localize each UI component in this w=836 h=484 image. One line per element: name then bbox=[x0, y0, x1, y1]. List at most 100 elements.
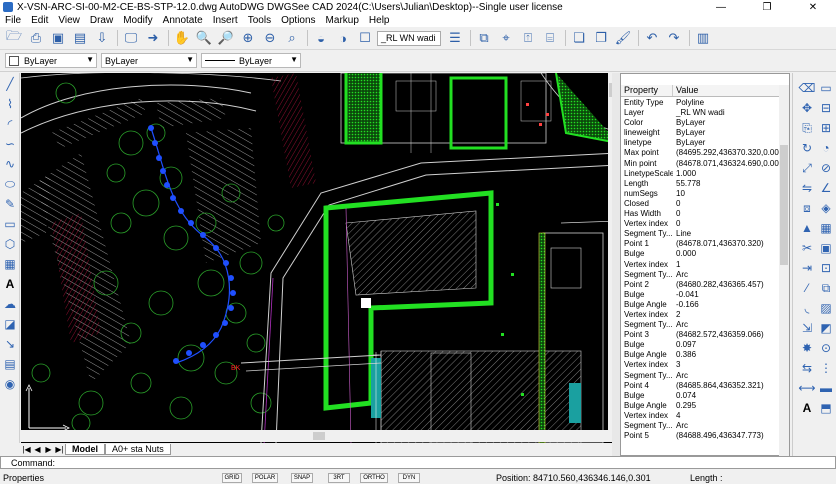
text-icon[interactable]: A bbox=[3, 277, 17, 291]
property-value[interactable]: (84688.496,436347.773) bbox=[673, 431, 781, 441]
property-value[interactable]: 0 bbox=[673, 199, 781, 209]
table-icon[interactable]: ▤ bbox=[3, 357, 17, 371]
menu-tools[interactable]: Tools bbox=[243, 15, 276, 26]
pan-hand-icon[interactable]: ✋ bbox=[172, 29, 192, 47]
arc-icon[interactable]: ◜ bbox=[3, 117, 17, 131]
property-row[interactable]: linetype ByLayer bbox=[621, 138, 781, 148]
eraser-icon[interactable]: ⌫ bbox=[799, 81, 816, 95]
polyline-icon[interactable]: ⌇ bbox=[3, 97, 17, 111]
fillet-icon[interactable]: ◟ bbox=[800, 301, 814, 315]
property-value[interactable]: 4 bbox=[673, 411, 781, 421]
property-row[interactable]: Segment Ty... Arc bbox=[621, 270, 781, 280]
tab-model[interactable]: Model bbox=[65, 443, 105, 455]
undo-icon[interactable]: ↶ bbox=[642, 29, 662, 47]
column-property[interactable]: Property bbox=[621, 85, 673, 96]
property-value[interactable]: 0.074 bbox=[673, 391, 781, 401]
property-row[interactable]: lineweight ByLayer bbox=[621, 128, 781, 138]
property-value[interactable]: (84678.071,436370.320) bbox=[673, 239, 781, 249]
ellipse-icon[interactable]: ⬭ bbox=[3, 177, 17, 191]
property-value[interactable]: 0.097 bbox=[673, 340, 781, 350]
property-row[interactable]: Bulge 0.074 bbox=[621, 391, 781, 401]
property-row[interactable]: Point 1 (84678.071,436370.320) bbox=[621, 239, 781, 249]
property-value[interactable]: 1 bbox=[673, 260, 781, 270]
property-value[interactable]: 0.295 bbox=[673, 401, 781, 411]
divide-icon[interactable]: ⋮ bbox=[819, 361, 833, 375]
zoom-extents-icon[interactable]: ⌕ bbox=[282, 29, 302, 47]
stretch-icon[interactable]: ⇲ bbox=[800, 321, 814, 335]
cloud-icon[interactable]: ☁ bbox=[3, 297, 17, 311]
property-value[interactable]: ByLayer bbox=[673, 118, 781, 128]
property-value[interactable]: ByLayer bbox=[673, 138, 781, 148]
property-row[interactable]: Has Width 0 bbox=[621, 209, 781, 219]
rectangle-icon[interactable]: ▭ bbox=[3, 217, 17, 231]
image-icon[interactable]: ▨ bbox=[819, 301, 833, 315]
ortho-toggle[interactable]: ORTHO bbox=[360, 473, 388, 483]
property-row[interactable]: Vertex index 3 bbox=[621, 360, 781, 370]
color-dropdown[interactable]: ByLayer ▼ bbox=[5, 53, 97, 68]
property-value[interactable]: Arc bbox=[673, 270, 781, 280]
angular-dim-icon[interactable]: ∠ bbox=[819, 181, 833, 195]
property-row[interactable]: Bulge Angle 0.295 bbox=[621, 401, 781, 411]
tab-layout[interactable]: A0+ sta Nuts bbox=[105, 443, 171, 455]
property-row[interactable]: Vertex index 0 bbox=[621, 219, 781, 229]
ole-icon[interactable]: ◩ bbox=[819, 321, 833, 335]
diameter-dim-icon[interactable]: ⊘ bbox=[819, 161, 833, 175]
property-row[interactable]: Layer _RL WN wadi bbox=[621, 108, 781, 118]
property-value[interactable]: 10 bbox=[673, 189, 781, 199]
zoom-window-icon[interactable]: 🔎 bbox=[216, 29, 236, 47]
property-row[interactable]: Min point (84678.071,436324.690,0.000) bbox=[621, 159, 781, 169]
layer-manager-icon[interactable]: ☰ bbox=[445, 29, 465, 47]
property-row[interactable]: Point 4 (84685.864,436352.321) bbox=[621, 381, 781, 391]
explode-icon[interactable]: ✸ bbox=[800, 341, 814, 355]
region-icon[interactable]: ⬒ bbox=[819, 401, 833, 415]
stamp-icon[interactable]: ◉ bbox=[3, 377, 17, 391]
property-row[interactable]: Entity Type Polyline bbox=[621, 98, 781, 108]
property-value[interactable]: (84678.071,436324.690,0.000) bbox=[673, 159, 781, 169]
drawing-canvas[interactable]: BK bbox=[21, 73, 618, 443]
property-row[interactable]: Vertex index 4 bbox=[621, 411, 781, 421]
match-properties-brush-icon[interactable]: 🖌 bbox=[613, 29, 633, 47]
save-as-icon[interactable]: ▤ bbox=[70, 29, 90, 47]
property-value[interactable]: Polyline bbox=[673, 98, 781, 108]
menu-edit[interactable]: Edit bbox=[26, 15, 53, 26]
property-row[interactable]: numSegs 10 bbox=[621, 189, 781, 199]
property-value[interactable]: ByLayer bbox=[673, 128, 781, 138]
close-button[interactable]: ✕ bbox=[790, 0, 836, 14]
property-value[interactable]: (84680.282,436365.457) bbox=[673, 280, 781, 290]
layer-style-dropdown[interactable]: ByLayer ▼ bbox=[101, 53, 197, 68]
menu-markup[interactable]: Markup bbox=[321, 15, 364, 26]
print-icon[interactable]: ⎙ bbox=[26, 29, 46, 47]
xref-icon[interactable]: ⧉ bbox=[819, 281, 833, 295]
minimize-button[interactable]: — bbox=[698, 0, 744, 14]
copy-object-icon[interactable]: ⎘ bbox=[800, 121, 814, 135]
paste-icon[interactable]: ❐ bbox=[591, 29, 611, 47]
property-row[interactable]: Point 3 (84682.572,436359.066) bbox=[621, 330, 781, 340]
property-row[interactable]: Vertex index 1 bbox=[621, 260, 781, 270]
property-value[interactable]: 55.778 bbox=[673, 179, 781, 189]
property-value[interactable]: 0.000 bbox=[673, 249, 781, 259]
open-folder-icon[interactable]: 🗁 bbox=[4, 28, 24, 47]
rotate-icon[interactable]: ↻ bbox=[800, 141, 814, 155]
layer-state-icon[interactable]: ◑ bbox=[333, 29, 353, 47]
snap-toggle[interactable]: SNAP bbox=[291, 473, 313, 483]
layer-checkbox-icon[interactable]: ☐ bbox=[355, 29, 375, 47]
restore-button[interactable]: ❐ bbox=[744, 0, 790, 14]
3rt-toggle[interactable]: 3RT bbox=[328, 473, 350, 483]
scroll-thumb[interactable] bbox=[780, 145, 788, 265]
property-row[interactable]: Point 5 (84688.496,436347.773) bbox=[621, 431, 781, 441]
layer-dropdown[interactable]: _RL WN wadi bbox=[377, 30, 441, 46]
property-value[interactable]: 2 bbox=[673, 310, 781, 320]
menu-modify[interactable]: Modify bbox=[118, 15, 157, 26]
property-value[interactable]: Arc bbox=[673, 320, 781, 330]
properties-splitter[interactable] bbox=[612, 73, 620, 456]
spline-icon[interactable]: ∿ bbox=[3, 157, 17, 171]
property-value[interactable]: 0 bbox=[673, 209, 781, 219]
tab-prev-icon[interactable]: ◀ bbox=[32, 445, 43, 454]
properties-panel-icon[interactable]: ▥ bbox=[693, 29, 713, 47]
extend-icon[interactable]: ⇥ bbox=[800, 261, 814, 275]
find-icon[interactable]: ⍐ bbox=[518, 29, 538, 47]
mirror-icon[interactable]: ⇋ bbox=[800, 181, 814, 195]
property-value[interactable]: 3 bbox=[673, 360, 781, 370]
tab-last-icon[interactable]: ▶| bbox=[54, 445, 65, 454]
insert-block-icon[interactable]: ⊡ bbox=[819, 261, 833, 275]
